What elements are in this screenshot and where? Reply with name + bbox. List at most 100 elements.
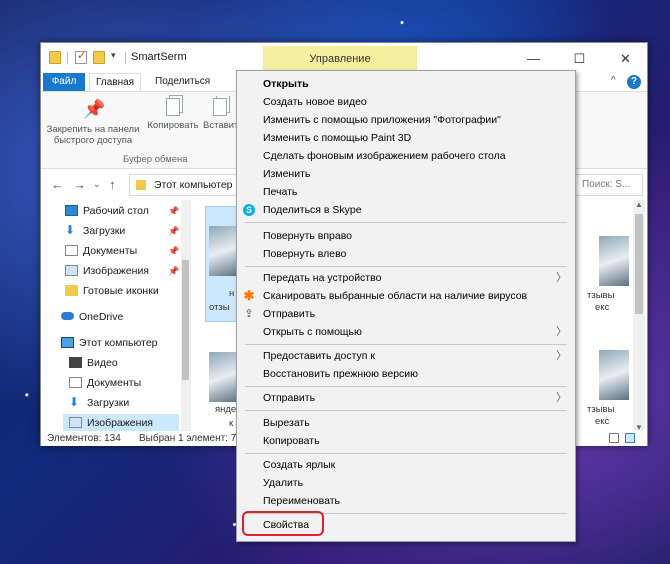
help-icon[interactable]: ? xyxy=(627,75,641,89)
nav-item-videos[interactable]: Видео xyxy=(69,354,118,372)
menu-item-label: Создать новое видео xyxy=(263,96,367,108)
pictures-icon xyxy=(69,416,82,428)
file-label-fragment: н xyxy=(229,288,235,299)
pin-label-line2: быстрого доступа xyxy=(53,135,133,146)
nav-item-label: OneDrive xyxy=(79,311,124,323)
new-folder-icon[interactable] xyxy=(93,51,105,64)
scroll-up-icon[interactable]: ▲ xyxy=(635,200,643,209)
search-input[interactable]: Поиск: S... xyxy=(575,174,643,196)
menu-item-edit-paint3d[interactable]: Изменить с помощью Paint 3D xyxy=(237,129,575,147)
nav-item-this-pc[interactable]: Этот компьютер xyxy=(61,334,158,352)
properties-check-icon[interactable] xyxy=(75,49,87,64)
desktop-icon xyxy=(65,204,78,216)
scroll-thumb[interactable] xyxy=(635,214,643,314)
menu-item-create-video[interactable]: Создать новое видео xyxy=(237,93,575,111)
menu-item-label: Печать xyxy=(263,186,298,198)
menu-item-share-skype[interactable]: S Поделиться в Skype xyxy=(237,201,575,219)
divider xyxy=(67,52,68,64)
menu-item-edit-photos[interactable]: Изменить с помощью приложения "Фотографи… xyxy=(237,111,575,129)
menu-item-restore-previous[interactable]: Восстановить прежнюю версию xyxy=(237,365,575,383)
menu-item-delete[interactable]: Удалить xyxy=(237,474,575,492)
nav-item-documents-pc[interactable]: Документы xyxy=(69,374,141,392)
forward-icon[interactable]: → xyxy=(73,177,86,192)
pin-icon: 📌 xyxy=(168,266,180,276)
menu-item-cut[interactable]: Вырезать xyxy=(237,414,575,432)
nav-item-downloads-pc[interactable]: ⬇ Загрузки xyxy=(69,394,129,412)
file-label-fragment: янде xyxy=(215,404,237,415)
nav-item-documents[interactable]: Документы 📌 xyxy=(65,242,179,260)
nav-item-pictures-pc[interactable]: Изображения xyxy=(63,414,179,432)
menu-item-label: Переименовать xyxy=(263,495,340,507)
menu-item-print[interactable]: Печать xyxy=(237,183,575,201)
copy-label: Копировать xyxy=(147,120,199,131)
menu-item-label: Восстановить прежнюю версию xyxy=(263,368,419,380)
menu-item-label: Сделать фоновым изображением рабочего ст… xyxy=(263,150,506,162)
menu-item-set-wallpaper[interactable]: Сделать фоновым изображением рабочего ст… xyxy=(237,147,575,165)
menu-item-copy[interactable]: Копировать xyxy=(237,432,575,450)
customize-toolbar-icon[interactable]: ▾ xyxy=(111,50,123,63)
file-label-fragment: екс xyxy=(595,302,610,313)
chevron-right-icon: 〉 xyxy=(556,326,567,338)
address-input[interactable]: Этот компьютер xyxy=(129,174,241,196)
file-thumbnail[interactable] xyxy=(209,352,239,402)
menu-item-label: Вырезать xyxy=(263,417,310,429)
nav-item-label: Изображения xyxy=(83,265,149,277)
nav-item-pictures[interactable]: Изображения 📌 xyxy=(65,262,179,280)
paste-icon xyxy=(213,98,227,116)
menu-item-label: Изменить с помощью приложения "Фотографи… xyxy=(263,114,501,126)
nav-scrollbar[interactable] xyxy=(181,200,190,432)
up-icon[interactable]: ↑ xyxy=(109,177,116,192)
nav-item-label: Рабочий стол xyxy=(83,205,149,217)
file-label-fragment: екс xyxy=(595,416,610,427)
close-button[interactable]: ✕ xyxy=(603,46,648,71)
menu-item-rename[interactable]: Переименовать xyxy=(237,492,575,510)
tab-home[interactable]: Главная xyxy=(89,73,142,91)
download-icon: ⬇ xyxy=(69,394,80,409)
nav-item-label: Загрузки xyxy=(83,225,126,237)
menu-item-cast-to-device[interactable]: Передать на устройство 〉 xyxy=(237,269,575,287)
tab-file[interactable]: Файл xyxy=(43,73,85,91)
nav-item-label: Готовые иконки xyxy=(83,285,159,297)
menu-item-rotate-left[interactable]: Повернуть влево xyxy=(237,245,575,263)
cloud-icon xyxy=(61,312,74,321)
nav-item-onedrive[interactable]: OneDrive xyxy=(61,308,123,326)
recent-locations-icon[interactable]: ⌄ xyxy=(93,179,101,190)
menu-separator xyxy=(245,266,567,267)
menu-item-give-access[interactable]: Предоставить доступ к 〉 xyxy=(237,347,575,365)
menu-item-label: Повернуть влево xyxy=(263,248,347,260)
maximize-button[interactable]: ☐ xyxy=(557,46,602,71)
paste-button[interactable]: Вставит xyxy=(203,96,237,131)
menu-item-label: Открыть xyxy=(263,78,309,90)
copy-button[interactable]: Копировать xyxy=(145,96,201,131)
menu-item-create-shortcut[interactable]: Создать ярлык xyxy=(237,456,575,474)
nav-item-label: Изображения xyxy=(87,417,153,429)
minimize-button[interactable]: — xyxy=(511,46,556,71)
pin-to-quick-access-button[interactable]: 📌 Закрепить на панели быстрого доступа xyxy=(45,96,141,146)
menu-item-scan-viruses[interactable]: ✱ Сканировать выбранные области на налич… xyxy=(237,287,575,305)
tab-manage[interactable]: Управление xyxy=(263,46,417,73)
content-scrollbar[interactable]: ▲ ▼ xyxy=(633,200,645,432)
file-thumbnail[interactable] xyxy=(599,350,629,400)
file-thumbnail[interactable] xyxy=(599,236,629,286)
nav-item-downloads[interactable]: ⬇ Загрузки 📌 xyxy=(65,222,179,240)
large-icons-view-icon[interactable] xyxy=(625,433,635,443)
menu-item-share[interactable]: ⇪ Отправить xyxy=(237,305,575,323)
file-label-fragment: отзы xyxy=(209,302,230,313)
file-thumbnail[interactable] xyxy=(209,226,239,276)
menu-separator xyxy=(245,386,567,387)
menu-item-open[interactable]: Открыть xyxy=(237,75,575,93)
nav-item-desktop[interactable]: Рабочий стол 📌 xyxy=(65,202,179,220)
scroll-thumb[interactable] xyxy=(182,260,189,380)
pin-icon: 📌 xyxy=(168,246,180,256)
nav-item-ready-icons[interactable]: Готовые иконки xyxy=(65,282,159,300)
tab-share[interactable]: Поделиться xyxy=(149,73,216,91)
pin-icon: 📌 xyxy=(83,99,106,119)
collapse-ribbon-icon[interactable]: ^ xyxy=(611,75,616,86)
menu-item-label: Повернуть вправо xyxy=(263,230,353,242)
details-view-icon[interactable] xyxy=(609,433,619,443)
menu-item-edit[interactable]: Изменить xyxy=(237,165,575,183)
menu-item-send-to[interactable]: Отправить 〉 xyxy=(237,389,575,407)
menu-item-rotate-right[interactable]: Повернуть вправо xyxy=(237,227,575,245)
back-icon[interactable]: ← xyxy=(51,177,64,192)
menu-item-open-with[interactable]: Открыть с помощью 〉 xyxy=(237,323,575,341)
